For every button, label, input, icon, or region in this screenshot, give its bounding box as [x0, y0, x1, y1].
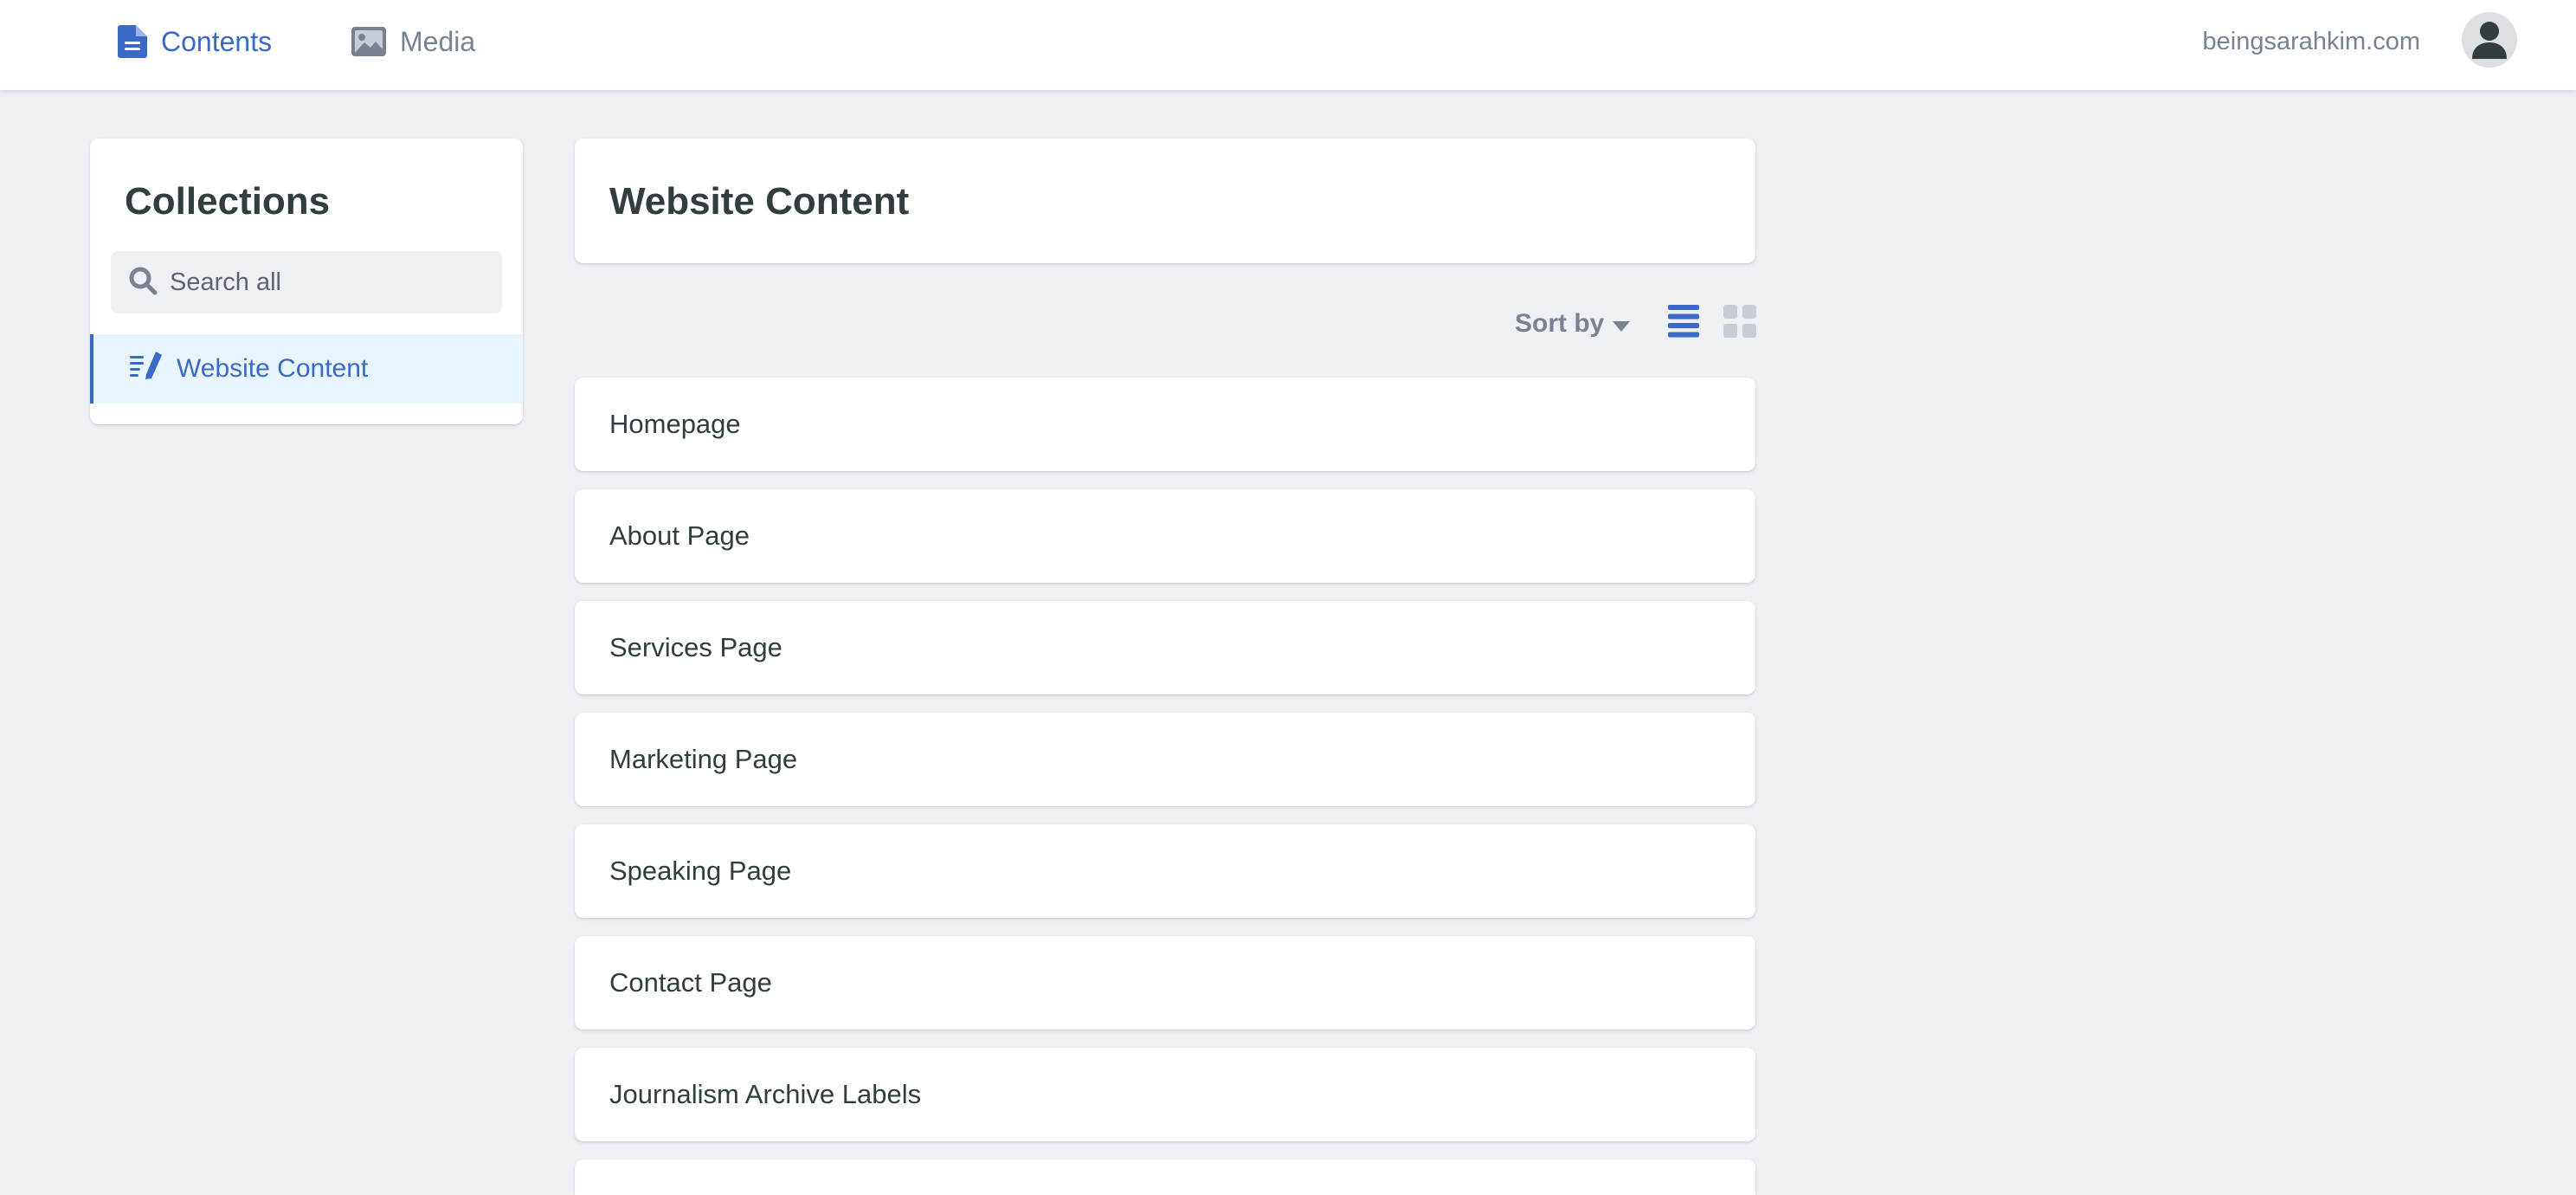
entry-title: Journalism Archive Labels	[609, 1079, 922, 1109]
entry-title: Services Page	[609, 632, 782, 662]
site-name-link[interactable]: beingsarahkim.com	[2203, 0, 2420, 83]
grid-view-icon	[1723, 305, 1757, 342]
entry-title: Speaking Page	[609, 856, 792, 886]
collection-header: Website Content	[575, 139, 1755, 263]
sort-by-dropdown[interactable]: Sort by	[1515, 308, 1631, 339]
sidebar-title: Collections	[125, 180, 331, 223]
entry-card[interactable]: Marketing Page	[575, 713, 1755, 806]
entry-card[interactable]	[575, 1159, 1755, 1195]
page-title: Website Content	[609, 180, 910, 223]
entry-card[interactable]: About Page	[575, 489, 1755, 583]
collections-sidebar: Collections Website Content	[90, 139, 523, 424]
list-view-icon	[1668, 305, 1700, 342]
tab-media-label: Media	[400, 25, 476, 57]
entry-card[interactable]: Services Page	[575, 601, 1755, 694]
sidebar-item-label: Website Content	[177, 354, 369, 383]
user-avatar-button[interactable]	[2462, 12, 2517, 68]
image-icon	[351, 27, 386, 56]
tab-contents-label: Contents	[161, 25, 273, 57]
edit-list-icon	[130, 351, 163, 387]
entry-card[interactable]: Homepage	[575, 378, 1755, 471]
user-icon	[2462, 12, 2517, 68]
entry-card[interactable]: Speaking Page	[575, 824, 1755, 918]
search-input[interactable]	[170, 268, 481, 297]
entry-title: Marketing Page	[609, 744, 798, 774]
sidebar-item-website-content[interactable]: Website Content	[90, 334, 523, 404]
sort-by-label: Sort by	[1515, 308, 1605, 338]
tab-media[interactable]: Media	[351, 0, 475, 83]
entry-title: Contact Page	[609, 967, 772, 998]
entry-card[interactable]: Contact Page	[575, 936, 1755, 1030]
grid-view-button[interactable]	[1723, 305, 1757, 342]
document-icon	[118, 25, 147, 58]
caret-down-icon	[1613, 309, 1631, 339]
view-controls: Sort by	[1515, 305, 1757, 342]
list-view-button[interactable]	[1668, 305, 1700, 342]
tab-contents[interactable]: Contents	[118, 0, 272, 83]
entry-card[interactable]: Journalism Archive Labels	[575, 1048, 1755, 1141]
top-bar: Contents Media beingsarahkim.com	[0, 0, 2576, 90]
entry-title: About Page	[609, 520, 750, 551]
search-icon	[128, 266, 158, 300]
entry-title: Homepage	[609, 409, 741, 439]
search-box[interactable]	[111, 251, 502, 313]
